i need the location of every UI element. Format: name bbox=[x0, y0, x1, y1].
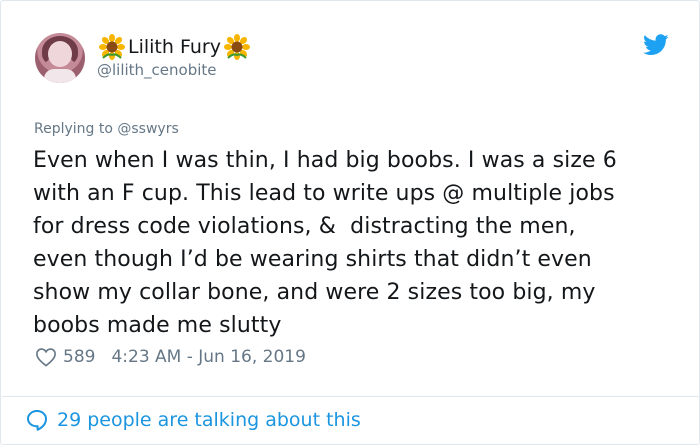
avatar-shirt bbox=[44, 69, 76, 83]
author-name[interactable]: Lilith Fury bbox=[128, 36, 221, 58]
avatar[interactable] bbox=[35, 33, 85, 83]
conversation-link[interactable]: 29 people are talking about this bbox=[25, 407, 361, 433]
author-name-row[interactable]: Lilith Fury bbox=[99, 33, 250, 61]
author-handle[interactable]: @lilith_cenobite bbox=[97, 61, 217, 79]
heart-icon[interactable] bbox=[35, 347, 57, 367]
tweet-meta: 589 4:23 AM - Jun 16, 2019 bbox=[35, 345, 306, 369]
like-count[interactable]: 589 bbox=[63, 347, 95, 367]
twitter-bird-icon[interactable] bbox=[643, 34, 669, 56]
avatar-face bbox=[48, 41, 72, 67]
replying-to[interactable]: Replying to @sswyrs bbox=[34, 121, 179, 137]
tweet-card: Lilith Fury @lilith_cenobite Replying to… bbox=[0, 0, 700, 445]
sunflower-icon bbox=[99, 34, 125, 60]
sunflower-icon bbox=[223, 34, 250, 60]
divider bbox=[2, 396, 700, 397]
conversation-text[interactable]: 29 people are talking about this bbox=[57, 409, 361, 431]
timestamp[interactable]: 4:23 AM - Jun 16, 2019 bbox=[111, 347, 306, 367]
tweet-text: Even when I was thin, I had big boobs. I… bbox=[33, 148, 617, 338]
speech-bubble-icon bbox=[27, 410, 47, 431]
